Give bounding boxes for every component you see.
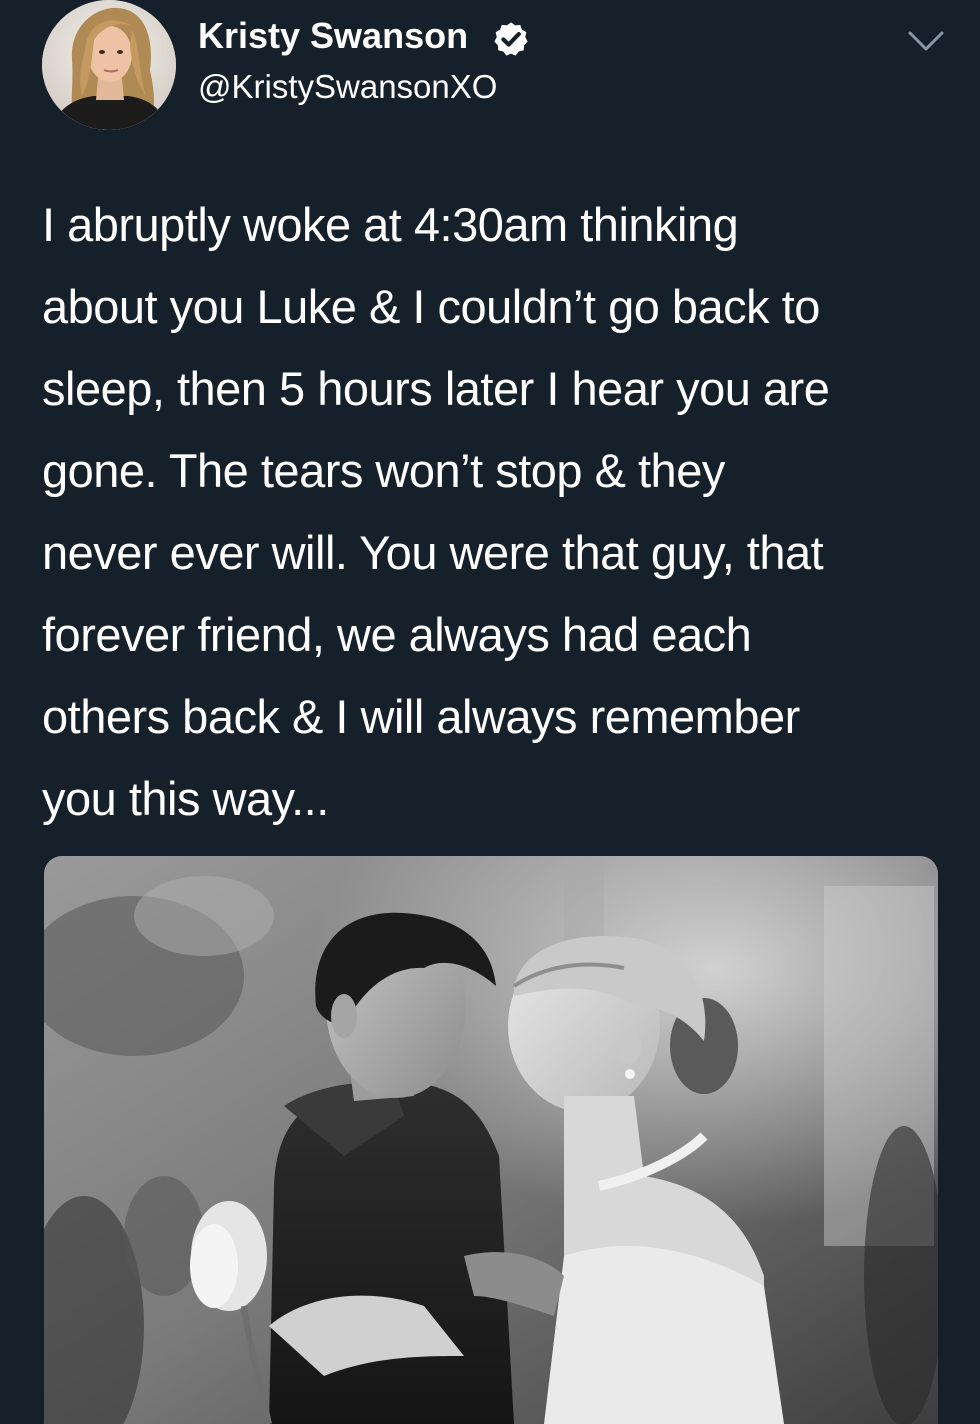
tweet-text-line: I abruptly woke at 4:30am thinking [42,198,739,251]
tweet-text-line: gone. The tears won’t stop & they [42,444,725,497]
tweet-text-line: about you Luke & I couldn’t go back to [42,280,820,333]
author-avatar[interactable] [42,0,176,130]
author-display-name[interactable]: Kristy Swanson [198,14,468,58]
tweet-text-line: you this way... [42,772,329,825]
chevron-down-icon[interactable] [906,28,946,54]
verified-badge-icon [494,22,528,56]
tweet-card: Kristy Swanson @KristySwansonXO I abrupt… [0,0,980,1424]
tweet-text-line: others back & I will always remember [42,690,800,743]
author-handle[interactable]: @KristySwansonXO [198,66,497,108]
tweet-text-line: sleep, then 5 hours later I hear you are [42,362,830,415]
tweet-text: I abruptly woke at 4:30am thinking about… [42,184,962,840]
tweet-photo[interactable] [44,856,938,1424]
tweet-text-line: forever friend, we always had each [42,608,752,661]
tweet-text-line: never ever will. You were that guy, that [42,526,824,579]
